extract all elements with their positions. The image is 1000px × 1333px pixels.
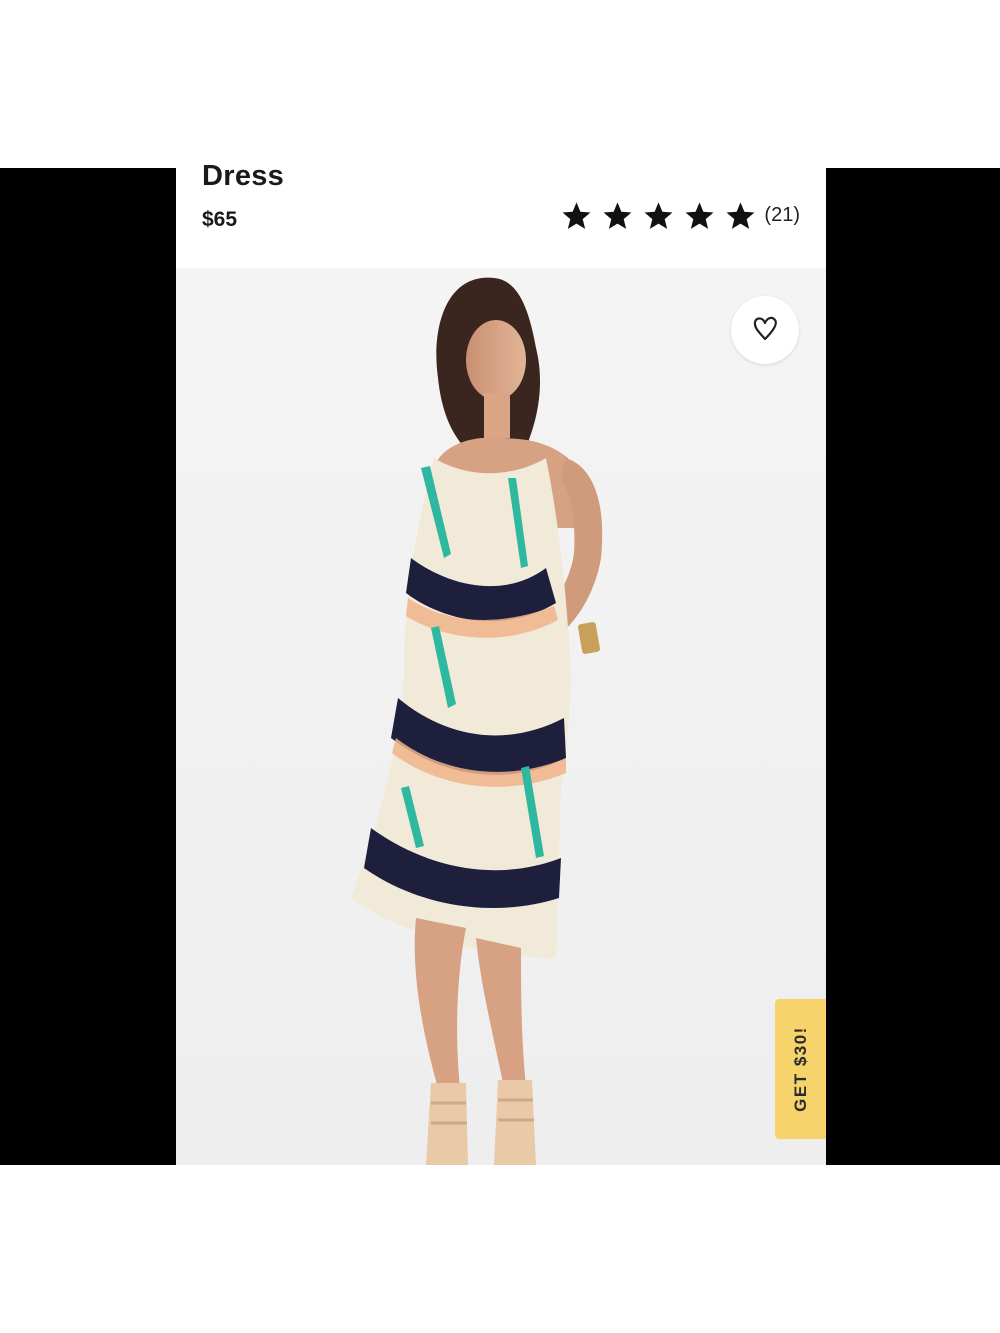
favorite-button[interactable] bbox=[731, 296, 799, 364]
promo-tab[interactable]: GET $30! bbox=[775, 999, 826, 1139]
product-header: Dress $65 (21) bbox=[176, 150, 826, 268]
letterbox-left bbox=[0, 168, 176, 1165]
letterbox-right bbox=[826, 168, 1000, 1165]
star-icon bbox=[561, 200, 592, 231]
star-icon bbox=[684, 200, 715, 231]
star-icon bbox=[643, 200, 674, 231]
promo-label: GET $30! bbox=[790, 1026, 810, 1112]
product-title: Dress bbox=[202, 160, 285, 192]
product-photo[interactable] bbox=[176, 268, 826, 1165]
heart-icon bbox=[750, 313, 780, 348]
review-count: (21) bbox=[764, 204, 800, 226]
star-icon bbox=[602, 200, 633, 231]
product-page: Dress $65 (21) GET $30! bbox=[0, 0, 1000, 1333]
product-price: $65 bbox=[202, 208, 238, 231]
rating[interactable]: (21) bbox=[561, 200, 800, 231]
star-icon bbox=[725, 200, 756, 231]
